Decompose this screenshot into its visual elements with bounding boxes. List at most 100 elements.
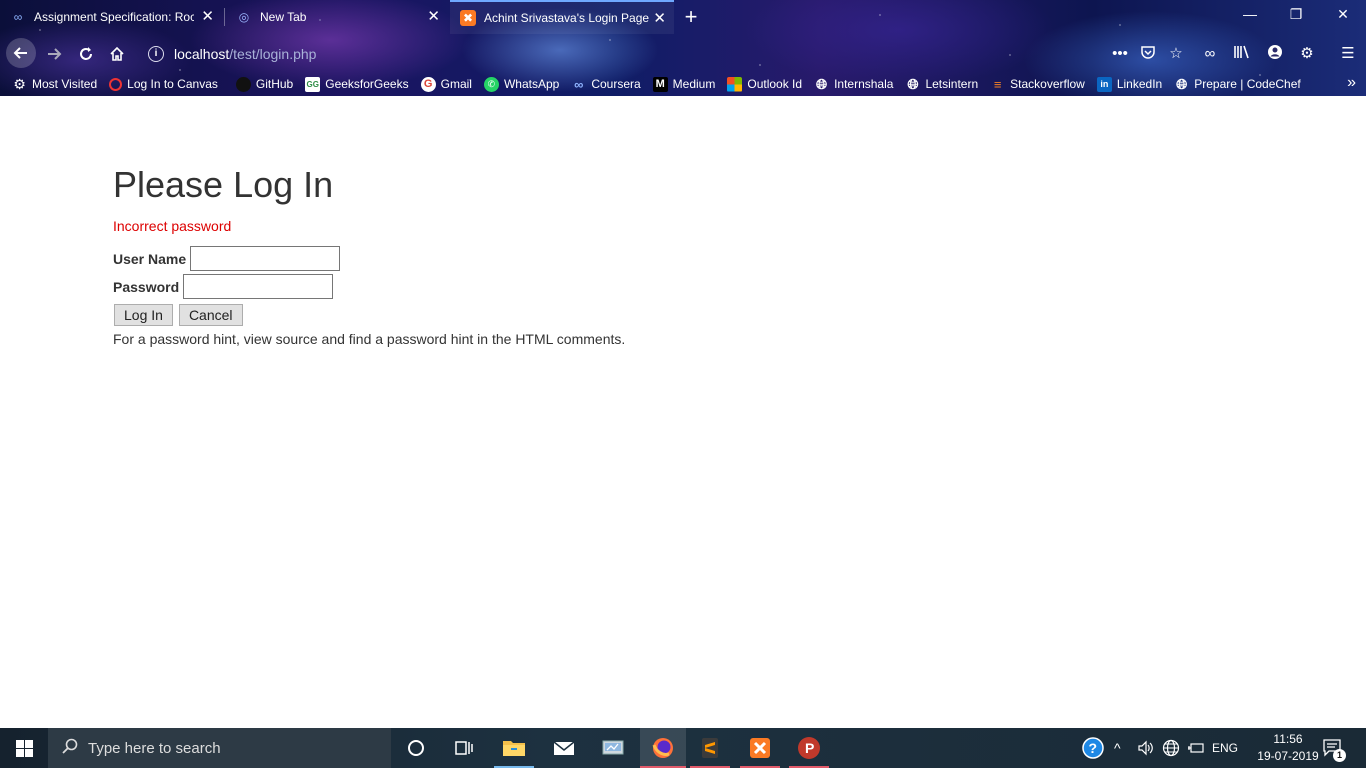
taskbar-search[interactable]: Type here to search xyxy=(48,728,391,768)
canvas-icon xyxy=(109,77,123,91)
task-view-button[interactable] xyxy=(444,728,484,768)
bookmark-letsintern[interactable]: 🌐︎ Letsintern xyxy=(905,76,978,92)
page-actions-icon[interactable]: ••• xyxy=(1110,44,1130,64)
search-icon xyxy=(62,738,78,759)
tab-assignment[interactable]: ∞ Assignment Specification: Rock ✕ xyxy=(0,0,222,34)
clock[interactable]: 11:56 19-07-2019 xyxy=(1252,731,1324,765)
postman-app[interactable]: P xyxy=(789,728,829,768)
xampp-icon xyxy=(750,738,770,758)
tab-login-page[interactable]: ✖ Achint Srivastava's Login Page ✕ xyxy=(450,0,674,34)
bookmark-label: Outlook Id xyxy=(747,77,803,91)
bookmark-label: Most Visited xyxy=(32,77,98,91)
bookmark-github[interactable]: GitHub xyxy=(235,76,293,92)
minimize-button[interactable]: — xyxy=(1238,6,1262,22)
help-question-icon: ? xyxy=(1082,737,1104,759)
start-button[interactable] xyxy=(0,728,48,768)
bookmark-canvas[interactable]: Log In to Canvas xyxy=(109,77,218,91)
bookmark-whatsapp[interactable]: ✆ WhatsApp xyxy=(483,76,560,92)
control-panel-app[interactable] xyxy=(593,728,633,768)
file-explorer-app[interactable] xyxy=(494,728,534,768)
tab-new-tab[interactable]: ◎ New Tab ✕ xyxy=(226,0,448,34)
private-mask-icon[interactable]: ∞ xyxy=(1200,44,1220,64)
home-icon xyxy=(110,46,124,61)
menu-hamburger-icon[interactable]: ☰ xyxy=(1338,44,1358,64)
language-indicator[interactable]: ENG xyxy=(1212,728,1238,768)
help-tray-item[interactable]: ? xyxy=(1082,728,1104,768)
chevron-right-icon[interactable]: » xyxy=(1347,74,1356,92)
search-placeholder: Type here to search xyxy=(88,739,221,757)
forward-button[interactable] xyxy=(40,40,68,68)
bookmark-outlook[interactable]: Outlook Id xyxy=(727,76,803,92)
home-button[interactable] xyxy=(103,40,131,68)
medium-icon: M xyxy=(652,76,668,92)
password-input[interactable] xyxy=(183,274,334,299)
linkedin-icon: in xyxy=(1096,76,1112,92)
bookmark-medium[interactable]: M Medium xyxy=(652,76,715,92)
clock-time: 11:56 xyxy=(1273,732,1303,746)
close-icon[interactable]: ✕ xyxy=(427,9,440,25)
extension-gear-icon[interactable]: ⚙ xyxy=(1297,44,1317,64)
xampp-icon: ✖ xyxy=(460,10,476,26)
bookmark-label: GeeksforGeeks xyxy=(325,77,409,91)
bookmark-most-visited[interactable]: ⚙ Most Visited xyxy=(12,75,98,92)
action-center-button[interactable]: 1 xyxy=(1322,728,1346,768)
chevron-up-icon[interactable]: ^ xyxy=(1114,728,1121,768)
clock-date: 19-07-2019 xyxy=(1257,749,1319,763)
globe-icon: 🌐︎ xyxy=(1176,75,1188,92)
username-input[interactable] xyxy=(190,246,341,271)
password-label: Password xyxy=(113,278,180,295)
firefox-icon xyxy=(652,738,673,758)
mail-app[interactable] xyxy=(544,728,584,768)
close-icon[interactable]: ✕ xyxy=(653,11,666,27)
windows-taskbar: Type here to search P ? ^ ENG 11:56 19-0… xyxy=(0,728,1366,768)
info-icon[interactable]: i xyxy=(148,46,164,62)
windows-logo-icon xyxy=(15,739,33,757)
svg-text:?: ? xyxy=(1089,740,1098,756)
new-tab-button[interactable]: + xyxy=(680,4,702,30)
xampp-app[interactable] xyxy=(740,728,780,768)
page-content: Please Log In Incorrect password User Na… xyxy=(0,96,1366,728)
folder-icon xyxy=(503,741,525,756)
bookmark-gmail[interactable]: G Gmail xyxy=(420,76,472,92)
globe-icon: 🌐︎ xyxy=(815,75,828,92)
arrow-left-icon xyxy=(13,47,27,59)
reload-button[interactable] xyxy=(72,40,100,68)
battery-plug-icon[interactable] xyxy=(1187,728,1205,768)
page-title: Please Log In xyxy=(113,164,334,205)
gear-icon: ⚙ xyxy=(13,75,26,92)
button-row: Log In Cancel xyxy=(114,304,243,326)
svg-text:P: P xyxy=(805,740,814,756)
login-button[interactable]: Log In xyxy=(114,304,173,326)
bookmark-geeksforgeeks[interactable]: GG GeeksforGeeks xyxy=(305,76,409,92)
restore-button[interactable]: ❐ xyxy=(1284,6,1308,23)
bookmark-internshala[interactable]: 🌐︎ Internshala xyxy=(814,75,893,92)
bookmark-star-icon[interactable]: ☆ xyxy=(1166,44,1186,64)
cancel-button[interactable]: Cancel xyxy=(178,304,243,326)
pocket-icon[interactable] xyxy=(1138,44,1158,64)
gfg-icon: GG xyxy=(305,76,321,92)
address-bar[interactable]: i localhost/test/login.php xyxy=(140,41,1100,67)
window-close-button[interactable]: ✕ xyxy=(1331,6,1355,23)
bookmark-label: WhatsApp xyxy=(503,77,560,91)
account-icon[interactable] xyxy=(1265,44,1285,64)
mail-icon xyxy=(553,741,575,755)
firefox-app[interactable] xyxy=(640,728,686,768)
password-row: Password xyxy=(113,274,334,299)
cortana-button[interactable] xyxy=(396,728,436,768)
network-globe-icon[interactable] xyxy=(1162,728,1180,768)
bookmark-codechef[interactable]: 🌐︎ Prepare | CodeChef xyxy=(1174,75,1301,92)
cortana-circle-icon xyxy=(408,740,424,756)
bookmark-linkedin[interactable]: in LinkedIn xyxy=(1096,76,1163,92)
bookmark-label: Log In to Canvas xyxy=(127,77,218,91)
bookmark-stackoverflow[interactable]: ≡ Stackoverflow xyxy=(990,77,1085,92)
sublime-text-app[interactable] xyxy=(690,728,730,768)
library-icon[interactable] xyxy=(1232,44,1252,64)
back-button[interactable] xyxy=(6,38,36,68)
bookmark-coursera[interactable]: ∞ Coursera xyxy=(571,77,641,92)
bookmark-label: LinkedIn xyxy=(1116,77,1163,91)
volume-icon[interactable] xyxy=(1137,728,1155,768)
close-icon[interactable]: ✕ xyxy=(201,9,214,25)
bookmarks-toolbar: ⚙ Most Visited Log In to Canvas GitHub G… xyxy=(0,72,1366,96)
whatsapp-icon: ✆ xyxy=(483,76,499,92)
coursera-icon: ∞ xyxy=(13,10,23,24)
